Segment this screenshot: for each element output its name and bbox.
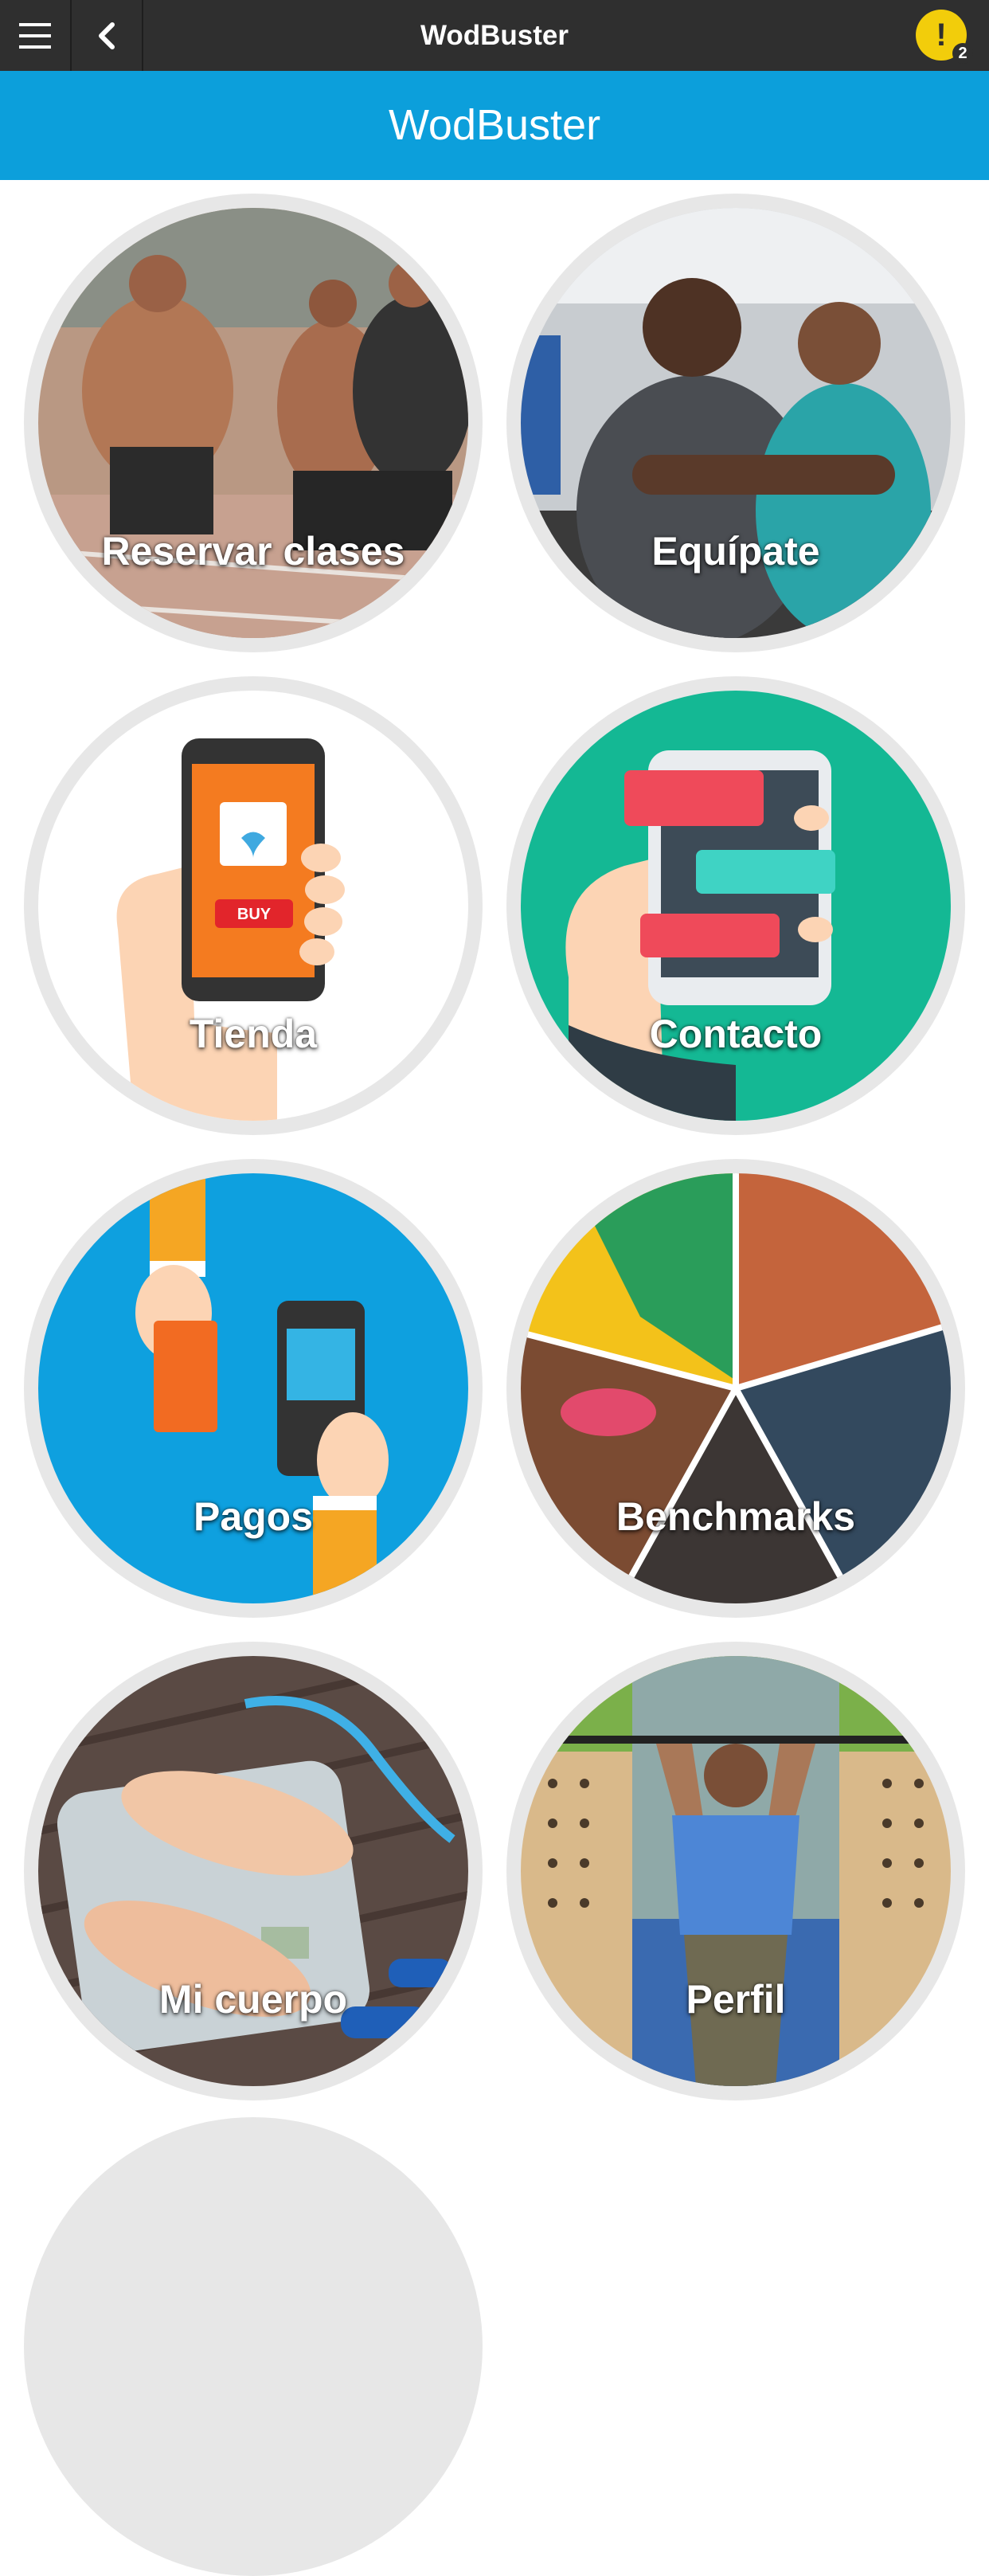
- tile-mi-cuerpo[interactable]: Mi cuerpo: [24, 1642, 483, 2100]
- alert-count-badge: 2: [952, 43, 973, 64]
- menu-button[interactable]: [0, 0, 72, 71]
- back-button[interactable]: [72, 0, 143, 71]
- menu-icon: [19, 22, 51, 49]
- tile-label: Reservar clases: [101, 529, 405, 574]
- app-title: WodBuster: [420, 20, 569, 51]
- tile-tienda[interactable]: BUY Tienda: [24, 676, 483, 1135]
- tile-benchmarks[interactable]: Benchmarks: [506, 1159, 965, 1618]
- tile-label: Perfil: [686, 1977, 786, 2022]
- tile-partial-next[interactable]: [24, 2117, 483, 2576]
- tile-label: Tienda: [189, 1012, 318, 1056]
- tile-label: Pagos: [193, 1494, 314, 1539]
- tile-label: Equípate: [651, 529, 820, 574]
- tile-reservar-clases[interactable]: Reservar clases: [24, 194, 483, 652]
- chevron-left-icon: [99, 22, 115, 49]
- tile-label: Mi cuerpo: [158, 1977, 348, 2022]
- page-banner: WodBuster: [0, 71, 989, 180]
- top-app-bar: WodBuster ! 2: [0, 0, 989, 71]
- alert-button[interactable]: ! 2: [916, 10, 973, 64]
- tile-contacto[interactable]: Contacto: [506, 676, 965, 1135]
- tile-label: Benchmarks: [616, 1494, 856, 1539]
- tile-label: Contacto: [649, 1012, 823, 1056]
- tile-pagos[interactable]: Pagos: [24, 1159, 483, 1618]
- tile-perfil[interactable]: Perfil: [506, 1642, 965, 2100]
- exclamation-icon: !: [936, 18, 947, 53]
- svg-text:BUY: BUY: [237, 906, 272, 923]
- tile-equipate[interactable]: Equípate: [506, 194, 965, 652]
